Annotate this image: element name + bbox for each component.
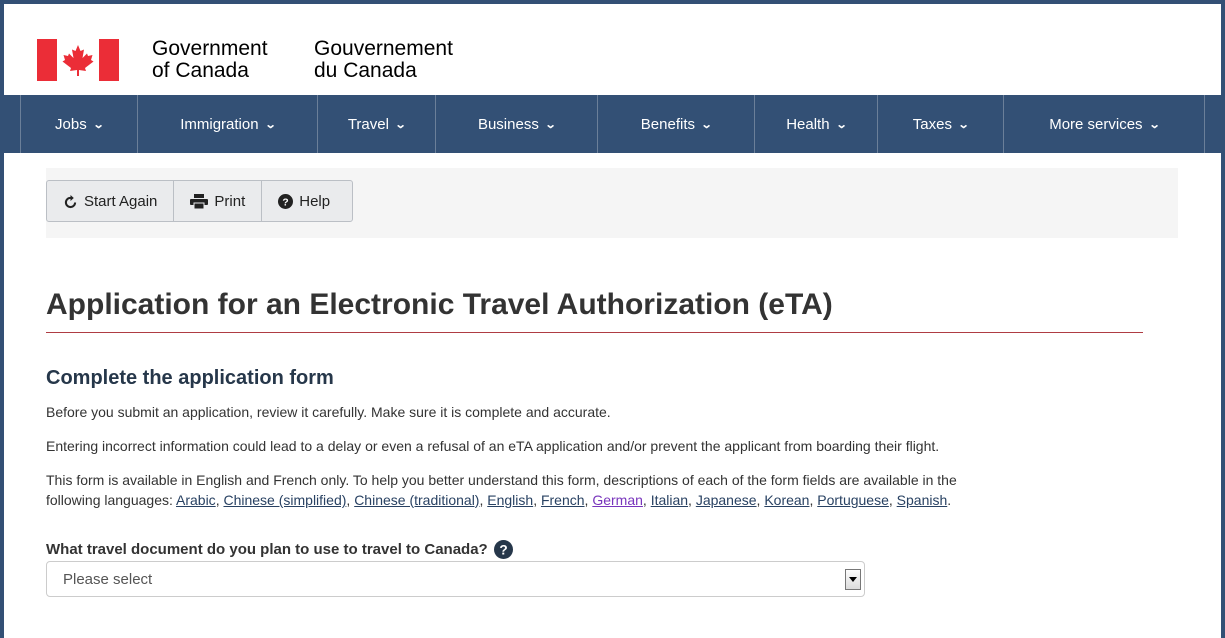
chevron-down-icon: ⌄: [544, 118, 557, 131]
language-link-portuguese[interactable]: Portuguese: [817, 492, 889, 508]
separator: ,: [888, 492, 897, 508]
menu-item-label: Taxes: [912, 115, 952, 133]
chevron-down-icon: ⌄: [1148, 118, 1161, 131]
language-link-french[interactable]: French: [541, 492, 585, 508]
svg-text:?: ?: [283, 197, 289, 208]
menu-item-jobs[interactable]: Jobs ⌄: [20, 95, 138, 153]
help-label: Help: [299, 192, 331, 210]
menu-item-travel[interactable]: Travel ⌄: [318, 95, 436, 153]
language-link-english[interactable]: English: [487, 492, 533, 508]
menu-item-label: Immigration: [180, 115, 259, 133]
page-title: Application for an Electronic Travel Aut…: [46, 288, 1143, 333]
toolbar-button-group: Start Again Print ? Help: [46, 180, 354, 222]
language-link-italian[interactable]: Italian: [651, 492, 688, 508]
print-label: Print: [214, 192, 246, 210]
menu-item-label: Travel: [347, 115, 389, 133]
canada-flag-icon: [37, 39, 119, 81]
site-header: Government of Canada Gouvernement du Can…: [4, 4, 1221, 95]
signature-french[interactable]: Gouvernement du Canada: [314, 38, 453, 82]
signature-fr-line1: Gouvernement: [314, 37, 453, 60]
languages-paragraph: This form is available in English and Fr…: [46, 470, 1146, 510]
language-link-chinese-traditional[interactable]: Chinese (traditional): [354, 492, 479, 508]
chevron-down-icon: ⌄: [92, 118, 105, 131]
menu-item-label: Jobs: [55, 115, 87, 133]
languages-paragraph-line1: This form is available in English and Fr…: [46, 472, 957, 488]
question-help-icon[interactable]: ?: [493, 540, 513, 559]
chevron-down-icon: ⌄: [957, 118, 970, 131]
help-button[interactable]: ? Help: [261, 180, 354, 222]
language-link-korean[interactable]: Korean: [764, 492, 809, 508]
separator: ,: [533, 492, 541, 508]
print-button[interactable]: Print: [173, 180, 263, 222]
menu-item-benefits[interactable]: Benefits ⌄: [598, 95, 755, 153]
language-links: Arabic, Chinese (simplified), Chinese (t…: [176, 492, 951, 508]
signature-english[interactable]: Government of Canada: [152, 38, 268, 82]
travel-document-question: What travel document do you plan to use …: [46, 540, 513, 559]
question-label: What travel document do you plan to use …: [46, 541, 488, 558]
language-link-japanese[interactable]: Japanese: [696, 492, 757, 508]
menu-item-label: More services: [1049, 115, 1143, 133]
refresh-icon: [63, 194, 78, 209]
chevron-down-icon: ⌄: [835, 118, 848, 131]
menu-item-label: Benefits: [640, 115, 695, 133]
menu-item-health[interactable]: Health ⌄: [755, 95, 878, 153]
menu-item-taxes[interactable]: Taxes ⌄: [878, 95, 1004, 153]
travel-document-select[interactable]: Please select: [46, 561, 865, 597]
signature-en-line1: Government: [152, 37, 268, 60]
dropdown-arrow-icon[interactable]: [845, 569, 861, 590]
menu-item-label: Business: [477, 115, 539, 133]
svg-text:?: ?: [499, 543, 507, 558]
language-link-chinese-simplified[interactable]: Chinese (simplified): [223, 492, 346, 508]
chevron-down-icon: ⌄: [700, 118, 713, 131]
separator: ,: [688, 492, 696, 508]
separator: .: [947, 492, 952, 508]
menu-item-immigration[interactable]: Immigration ⌄: [138, 95, 318, 153]
start-again-button[interactable]: Start Again: [46, 180, 175, 222]
languages-paragraph-line2: following languages: Arabic, Chinese (si…: [46, 490, 1146, 510]
language-link-spanish[interactable]: Spanish: [897, 492, 948, 508]
separator: ,: [642, 492, 651, 508]
menu-item-business[interactable]: Business ⌄: [436, 95, 598, 153]
section-title: Complete the application form: [46, 367, 334, 389]
language-link-arabic[interactable]: Arabic: [176, 492, 216, 508]
select-value: Please select: [63, 570, 153, 588]
menu-item-label: Health: [786, 115, 830, 133]
main-menu: Jobs ⌄ Immigration ⌄ Travel ⌄ Business ⌄ Ben…: [4, 95, 1221, 153]
language-link-german[interactable]: German: [592, 492, 643, 508]
chevron-down-icon: ⌄: [394, 118, 407, 131]
intro-paragraph-2: Entering incorrect information could lea…: [46, 438, 940, 454]
start-again-label: Start Again: [84, 192, 158, 210]
chevron-down-icon: ⌄: [264, 118, 277, 131]
languages-prefix: following languages:: [46, 492, 176, 508]
question-circle-icon: ?: [278, 193, 294, 209]
intro-paragraph-1: Before you submit an application, review…: [46, 404, 611, 420]
print-icon: [190, 193, 209, 209]
signature-fr-line2: du Canada: [314, 59, 417, 82]
menu-item-more-services[interactable]: More services ⌄: [1004, 95, 1205, 153]
signature-en-line2: of Canada: [152, 59, 249, 82]
